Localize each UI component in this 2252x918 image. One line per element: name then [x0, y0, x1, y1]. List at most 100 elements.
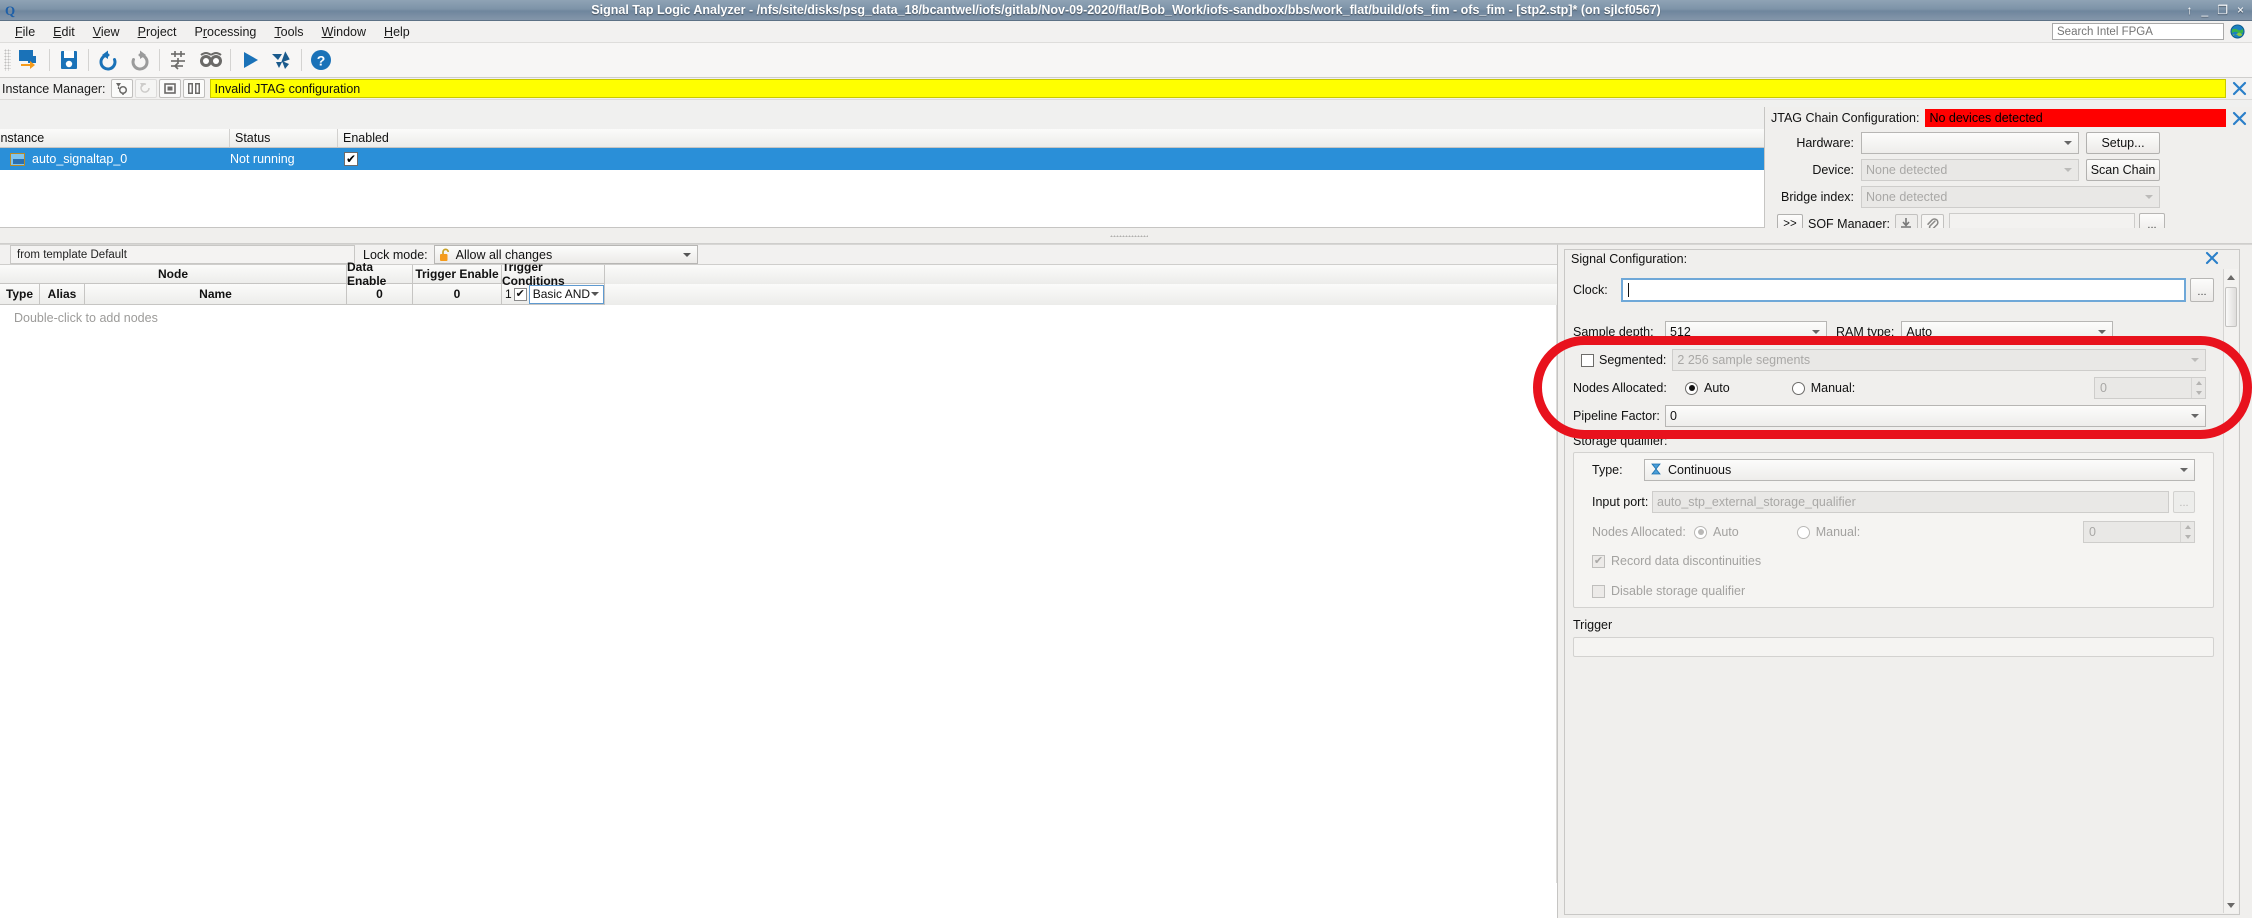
- maximize-button[interactable]: ❐: [2217, 4, 2228, 16]
- menu-search-area: [2052, 23, 2252, 40]
- ram-type-select[interactable]: Auto: [1901, 321, 2114, 343]
- run-analysis-icon[interactable]: [110, 79, 133, 98]
- run-analysis-icon[interactable]: [234, 45, 266, 75]
- settings-icon[interactable]: [163, 45, 195, 75]
- storage-nodes-manual-stepper[interactable]: 0: [2083, 521, 2195, 543]
- nodes-allocated-manual-radio[interactable]: [1791, 381, 1805, 395]
- disable-storage-qualifier-checkbox[interactable]: [1592, 584, 1605, 598]
- save-icon[interactable]: [53, 45, 85, 75]
- menu-tools[interactable]: Tools: [265, 23, 312, 41]
- hardware-select[interactable]: [1861, 131, 2079, 154]
- device-select[interactable]: None detected: [1861, 158, 2079, 181]
- open-project-icon[interactable]: [14, 45, 46, 75]
- record-discontinuities-checkbox[interactable]: [1592, 554, 1605, 568]
- instance-enabled-cell[interactable]: [338, 148, 1756, 170]
- storage-nodes-manual-radio[interactable]: [1796, 525, 1810, 539]
- menu-processing[interactable]: Processing: [186, 23, 266, 41]
- horizontal-splitter[interactable]: [0, 228, 2252, 244]
- column-header-name[interactable]: Name: [85, 284, 347, 305]
- column-header-status[interactable]: Status: [230, 129, 338, 147]
- segmented-checkbox[interactable]: [1581, 353, 1594, 367]
- menu-edit[interactable]: Edit: [44, 23, 84, 41]
- column-header-data-enable[interactable]: Data Enable: [347, 260, 413, 288]
- column-header-type[interactable]: Type: [0, 284, 40, 305]
- lock-mode-select[interactable]: Allow all changes: [433, 245, 698, 264]
- chevron-down-icon: [2191, 358, 2199, 362]
- bridge-index-select[interactable]: None detected: [1861, 185, 2160, 208]
- nodes-allocated-auto-radio[interactable]: [1685, 381, 1698, 395]
- find-icon[interactable]: [195, 45, 227, 75]
- scroll-up-arrow-icon[interactable]: [2224, 269, 2238, 285]
- column-header-alias[interactable]: Alias: [40, 284, 85, 305]
- stepper-buttons[interactable]: [2180, 522, 2194, 542]
- hardware-label: Hardware:: [1796, 135, 1854, 150]
- rollup-button[interactable]: ↑: [2187, 4, 2193, 16]
- column-header-trigger-conditions[interactable]: Trigger Conditions: [502, 260, 605, 288]
- instance-table: Instance Status Enabled auto_signaltap_0…: [0, 129, 1764, 228]
- stop-analysis-icon[interactable]: [158, 79, 181, 98]
- chevron-down-icon: [2145, 194, 2153, 199]
- instance-enabled-checkbox[interactable]: [344, 152, 358, 166]
- help-icon[interactable]: ?: [305, 45, 337, 75]
- device-label: Device:: [1812, 162, 1854, 177]
- segmented-row: Segmented: 2 256 sample segments: [1565, 346, 2222, 374]
- storage-type-select[interactable]: Continuous: [1644, 459, 2195, 481]
- close-icon[interactable]: [2226, 78, 2252, 99]
- clock-browse-button[interactable]: ...: [2190, 278, 2214, 302]
- redo-icon[interactable]: [124, 45, 156, 75]
- nodes-allocated-manual-label: Manual:: [1810, 381, 1856, 395]
- auto-run-icon[interactable]: [134, 79, 157, 98]
- segmented-select[interactable]: 2 256 sample segments: [1672, 349, 2206, 371]
- close-icon[interactable]: [2205, 251, 2239, 268]
- signal-config-scrollbar[interactable]: [2223, 269, 2238, 913]
- recompile-icon[interactable]: [266, 45, 298, 75]
- instance-name-cell[interactable]: auto_signaltap_0: [0, 148, 230, 170]
- read-data-icon[interactable]: [182, 79, 205, 98]
- sample-depth-select[interactable]: 512: [1665, 321, 1827, 343]
- globe-icon[interactable]: [2230, 24, 2245, 39]
- undo-icon[interactable]: [92, 45, 124, 75]
- bridge-index-placeholder: None detected: [1866, 189, 1948, 204]
- node-list-body[interactable]: Double-click to add nodes: [0, 305, 1557, 883]
- trigger-condition-select[interactable]: Basic AND: [528, 284, 604, 304]
- minimize-button[interactable]: _: [2202, 4, 2209, 16]
- storage-qualifier-group: Type: Continuous Input port: auto_stp_ex…: [1573, 452, 2214, 608]
- table-row[interactable]: auto_signaltap_0 Not running: [0, 148, 1764, 170]
- close-button[interactable]: ×: [2237, 4, 2244, 16]
- menu-bar: File Edit View Project Processing Tools …: [0, 21, 2252, 43]
- trigger-conditions-cell: 1 Basic AND: [502, 284, 605, 305]
- scroll-down-arrow-icon[interactable]: [2224, 897, 2238, 913]
- node-table-header-top: Node Data Enable Trigger Enable Trigger …: [0, 260, 1557, 288]
- clock-input[interactable]: [1621, 278, 2186, 302]
- stepper-buttons[interactable]: [2191, 378, 2205, 398]
- column-header-instance[interactable]: Instance: [0, 129, 230, 147]
- menu-project[interactable]: Project: [129, 23, 186, 41]
- scrollbar-thumb[interactable]: [2225, 287, 2237, 327]
- record-discontinuities-label: Record data discontinuities: [1611, 554, 1762, 568]
- storage-nodes-auto-radio[interactable]: [1694, 525, 1707, 539]
- input-port-browse-button[interactable]: ...: [2173, 491, 2195, 513]
- nodes-allocated-label: Nodes Allocated:: [1573, 381, 1667, 395]
- clock-row: Clock: ...: [1565, 268, 2222, 304]
- trigger-condition-checkbox[interactable]: [513, 287, 527, 301]
- storage-type-row: Type: Continuous: [1574, 453, 2213, 487]
- menu-help[interactable]: Help: [375, 23, 419, 41]
- setup-button[interactable]: Setup...: [2086, 131, 2160, 154]
- title-bar: Q Signal Tap Logic Analyzer - /nfs/site/…: [0, 0, 2252, 21]
- input-port-row: Input port: auto_stp_external_storage_qu…: [1574, 487, 2213, 517]
- input-port-field[interactable]: auto_stp_external_storage_qualifier: [1652, 491, 2169, 513]
- menu-file[interactable]: File: [6, 23, 44, 41]
- close-icon[interactable]: [2226, 108, 2252, 129]
- menu-view[interactable]: View: [84, 23, 129, 41]
- column-header-trigger-enable[interactable]: Trigger Enable: [413, 265, 502, 284]
- scan-chain-button[interactable]: Scan Chain: [2086, 158, 2160, 181]
- column-header-enabled[interactable]: Enabled: [338, 129, 1756, 147]
- storage-nodes-auto-label: Auto: [1713, 525, 1739, 539]
- pipeline-factor-select[interactable]: 0: [1665, 405, 2206, 427]
- toolbar-grip[interactable]: [4, 49, 11, 71]
- nodes-allocated-manual-stepper[interactable]: 0: [2094, 377, 2206, 399]
- search-input[interactable]: [2052, 23, 2224, 40]
- trigger-group: [1573, 637, 2214, 657]
- jtag-panel-title: JTAG Chain Configuration:: [1771, 111, 1920, 125]
- menu-window[interactable]: Window: [313, 23, 375, 41]
